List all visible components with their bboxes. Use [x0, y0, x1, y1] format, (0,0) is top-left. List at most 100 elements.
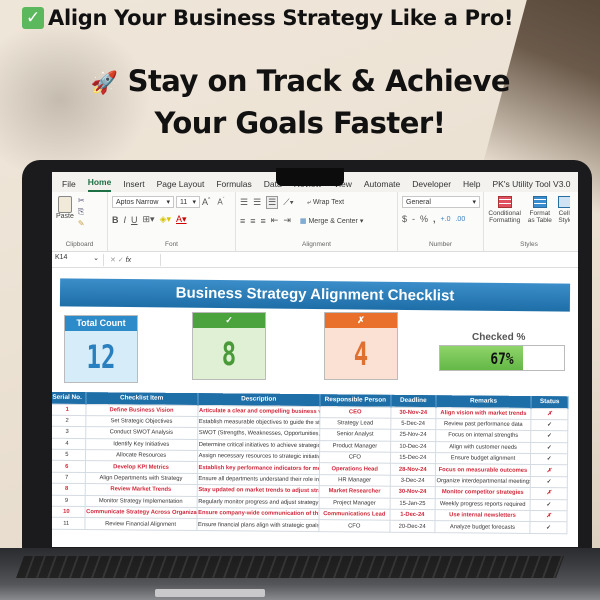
responsible-person-cell[interactable]: CEO — [319, 406, 391, 419]
deadline-cell[interactable]: 20-Dec-24 — [389, 520, 435, 533]
responsible-person-cell[interactable]: Project Manager — [318, 497, 391, 510]
checklist-item-cell[interactable]: Review Financial Alignment — [84, 517, 197, 531]
cancel-icon[interactable]: ✕ — [110, 257, 116, 264]
tab-pk-s-utility-tool-v3-0[interactable]: PK's Utility Tool V3.0 — [493, 179, 571, 192]
formula-input[interactable] — [160, 253, 578, 266]
responsible-person-cell[interactable]: Market Researcher — [318, 485, 391, 498]
responsible-person-cell[interactable]: Product Manager — [319, 440, 391, 453]
deadline-cell[interactable]: 3-Dec-24 — [390, 475, 436, 487]
checklist-item-cell[interactable]: Conduct SWOT Analysis — [85, 426, 198, 440]
tab-page-layout[interactable]: Page Layout — [157, 179, 205, 192]
remarks-cell[interactable]: Review past performance data — [435, 418, 532, 431]
serial-cell[interactable]: 10 — [52, 506, 85, 518]
checklist-item-cell[interactable]: Communicate Strategy Across Organization — [84, 506, 197, 519]
remarks-cell[interactable]: Use internal newsletters — [434, 509, 531, 522]
format-as-table-button[interactable]: Format as Table — [527, 196, 552, 224]
column-header-deadline[interactable]: Deadline — [390, 394, 436, 408]
align-bottom-icon[interactable]: ☰ — [266, 196, 279, 209]
paste-button[interactable]: Paste — [56, 196, 74, 220]
increase-decimal-icon[interactable]: +.0 — [441, 216, 451, 223]
remarks-cell[interactable]: Focus on internal strengths — [435, 429, 532, 443]
deadline-cell[interactable]: 10-Dec-24 — [390, 440, 436, 453]
merge-center-button[interactable]: ▦ Merge & Center ▾ — [300, 217, 363, 225]
tab-file[interactable]: File — [62, 179, 76, 192]
responsible-person-cell[interactable]: CFO — [319, 451, 391, 464]
checklist-item-cell[interactable]: Allocate Resources — [85, 449, 198, 462]
deadline-cell[interactable]: 15-Dec-24 — [390, 452, 436, 465]
serial-cell[interactable]: 5 — [52, 449, 86, 462]
column-header-serial-no-[interactable]: Serial No. — [52, 391, 86, 405]
serial-cell[interactable]: 2 — [52, 415, 86, 427]
column-header-remarks[interactable]: Remarks — [435, 395, 532, 408]
serial-cell[interactable]: 9 — [52, 494, 85, 507]
status-cell[interactable]: ✓ — [531, 419, 568, 432]
remarks-cell[interactable]: Ensure budget alignment — [435, 452, 531, 465]
fill-color-icon[interactable]: ◈▾ — [160, 214, 171, 225]
number-format-dropdown[interactable]: General ▾ — [402, 196, 480, 208]
tab-automate[interactable]: Automate — [364, 179, 400, 192]
serial-cell[interactable]: 6 — [52, 460, 86, 473]
responsible-person-cell[interactable]: Communications Lead — [318, 508, 391, 521]
status-cell[interactable]: ✓ — [530, 453, 568, 466]
italic-button[interactable]: I — [124, 215, 127, 225]
cell-styles-button[interactable]: Cell Styles — [558, 196, 570, 224]
status-cell[interactable]: ✓ — [530, 476, 568, 488]
conditional-formatting-button[interactable]: Conditional Formatting — [488, 196, 521, 224]
wrap-text-button[interactable]: ⤶ Wrap Text — [307, 199, 344, 207]
serial-cell[interactable]: 11 — [52, 517, 85, 530]
remarks-cell[interactable]: Focus on measurable outcomes — [435, 464, 531, 477]
name-box[interactable]: K14 ⌄ — [52, 253, 104, 266]
column-header-status[interactable]: Status — [531, 395, 569, 409]
deadline-cell[interactable]: 30-Nov-24 — [390, 406, 436, 419]
decrease-indent-icon[interactable]: ⇤ — [271, 215, 279, 226]
comma-button[interactable]: , — [433, 214, 436, 224]
status-cell[interactable]: ✗ — [530, 510, 568, 523]
status-cell[interactable]: ✓ — [530, 521, 567, 534]
format-painter-icon[interactable]: ✎ — [78, 219, 85, 228]
deadline-cell[interactable]: 15-Jan-25 — [390, 497, 435, 510]
serial-cell[interactable]: 3 — [52, 426, 86, 439]
checklist-item-cell[interactable]: Monitor Strategy Implementation — [84, 495, 197, 508]
insert-function-button[interactable]: fx — [126, 257, 131, 264]
checklist-item-cell[interactable]: Define Business Vision — [85, 404, 198, 417]
responsible-person-cell[interactable]: CFO — [318, 520, 390, 533]
responsible-person-cell[interactable]: Strategy Lead — [319, 417, 391, 430]
status-cell[interactable]: ✓ — [531, 430, 568, 443]
tab-formulas[interactable]: Formulas — [216, 179, 251, 192]
currency-button[interactable]: $ — [402, 214, 407, 224]
tab-developer[interactable]: Developer — [412, 179, 451, 192]
increase-font-icon[interactable]: A^ — [202, 197, 210, 207]
column-header-responsible-person[interactable]: Responsible Person — [319, 394, 392, 407]
deadline-cell[interactable]: 25-Nov-24 — [390, 429, 436, 442]
status-cell[interactable]: ✗ — [531, 407, 568, 420]
remarks-cell[interactable]: Analyze budget forecasts — [434, 521, 531, 534]
currency-dropdown-icon[interactable]: - — [412, 214, 415, 224]
increase-indent-icon[interactable]: ⇥ — [283, 215, 291, 226]
checklist-item-cell[interactable]: Set Strategic Objectives — [85, 415, 198, 428]
enter-icon[interactable]: ✓ — [118, 257, 124, 264]
remarks-cell[interactable]: Monitor competitor strategies — [434, 486, 531, 500]
percent-button[interactable]: % — [420, 214, 428, 224]
responsible-person-cell[interactable]: HR Manager — [318, 474, 391, 487]
align-middle-icon[interactable]: ☰ — [253, 197, 261, 208]
align-top-icon[interactable]: ☰ — [240, 197, 248, 208]
underline-button[interactable]: U — [131, 215, 138, 225]
deadline-cell[interactable]: 1-Dec-24 — [389, 509, 435, 522]
borders-icon[interactable]: ⊞▾ — [143, 214, 155, 225]
align-left-icon[interactable]: ≡ — [240, 216, 245, 226]
status-cell[interactable]: ✗ — [530, 464, 568, 477]
column-header-checklist-item[interactable]: Checklist Item — [85, 392, 198, 406]
checklist-item-cell[interactable]: Develop KPI Metrics — [85, 461, 198, 474]
deadline-cell[interactable]: 5-Dec-24 — [390, 418, 436, 430]
responsible-person-cell[interactable]: Senior Analyst — [319, 428, 391, 441]
serial-cell[interactable]: 1 — [52, 403, 86, 416]
orientation-icon[interactable]: ⟋▾ — [283, 197, 294, 208]
deadline-cell[interactable]: 30-Nov-24 — [390, 486, 435, 499]
decrease-decimal-icon[interactable]: .00 — [455, 216, 465, 223]
serial-cell[interactable]: 8 — [52, 483, 85, 496]
description-cell[interactable]: Ensure financial plans align with strate… — [196, 518, 319, 532]
bold-button[interactable]: B — [112, 215, 119, 225]
status-cell[interactable]: ✗ — [530, 487, 568, 500]
font-color-icon[interactable]: A▾ — [176, 214, 187, 225]
status-cell[interactable]: ✓ — [530, 499, 568, 511]
